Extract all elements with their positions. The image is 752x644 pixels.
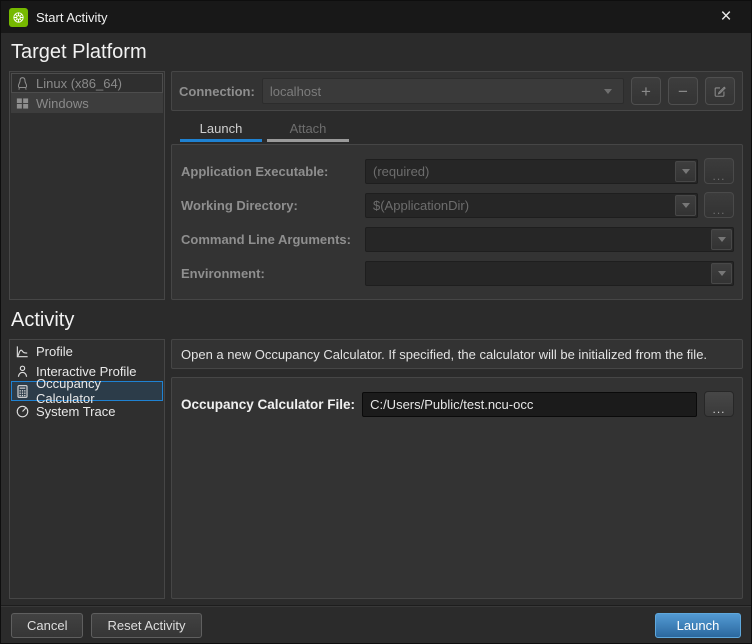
launch-attach-tabs: Launch Attach [180,118,743,142]
person-icon [15,364,30,379]
activity-heading: Activity [11,309,743,332]
activity-description-text: Open a new Occupancy Calculator. If spec… [181,347,707,362]
chevron-down-icon[interactable] [675,161,696,182]
connection-label: Connection: [179,84,255,99]
application-executable-combo[interactable]: (required) [365,159,698,184]
activity-item-label: Occupancy Calculator [36,376,159,406]
chevron-down-icon[interactable] [711,263,732,284]
occupancy-file-label: Occupancy Calculator File: [181,397,355,412]
activity-list: Profile Interactive Profile [9,339,165,599]
reset-activity-button[interactable]: Reset Activity [91,613,201,638]
connection-group: Connection: localhost + − [171,71,743,111]
environment-combo[interactable] [365,261,734,286]
connection-value: localhost [270,84,321,99]
working-directory-label: Working Directory: [181,198,359,213]
environment-row: Environment: [181,260,734,286]
tab-attach[interactable]: Attach [267,118,349,142]
linux-penguin-icon [15,76,30,91]
working-directory-value: $(ApplicationDir) [373,198,469,213]
environment-label: Environment: [181,266,359,281]
calculator-icon [15,384,30,399]
occupancy-calculator-group: Occupancy Calculator File: ... [171,377,743,599]
activity-section: Profile Interactive Profile [9,339,743,599]
launch-fields-group: Application Executable: (required) ... W… [171,144,743,300]
chevron-down-icon[interactable] [711,229,732,250]
chevron-down-icon[interactable] [675,195,696,216]
gauge-clock-icon [15,404,30,419]
windows-logo-icon [15,96,30,111]
platform-item-windows[interactable]: Windows [11,93,163,113]
dialog-content: Target Platform Linux (x86_64) [1,33,751,644]
edit-connection-button[interactable] [705,77,735,105]
occupancy-file-browse-button[interactable]: ... [704,391,734,417]
footer-bar: Cancel Reset Activity Launch [1,605,751,644]
edit-pencil-icon [713,84,727,98]
working-directory-row: Working Directory: $(ApplicationDir) ... [181,192,734,218]
tab-launch[interactable]: Launch [180,118,262,142]
command-line-arguments-label: Command Line Arguments: [181,232,359,247]
activity-description: Open a new Occupancy Calculator. If spec… [171,339,743,369]
activity-item-label: System Trace [36,404,115,419]
nsight-compute-app-icon [9,8,28,27]
occupancy-file-input[interactable] [362,392,697,417]
remove-connection-button[interactable]: − [668,77,698,105]
close-icon[interactable]: × [709,1,743,33]
working-directory-combo[interactable]: $(ApplicationDir) [365,193,698,218]
platform-list: Linux (x86_64) Windows [9,71,165,300]
connection-dropdown[interactable]: localhost [262,78,624,104]
platform-item-label: Linux (x86_64) [36,76,122,91]
target-platform-heading: Target Platform [11,41,743,64]
tab-launch-label: Launch [200,121,243,136]
application-executable-placeholder: (required) [373,164,429,179]
cancel-button[interactable]: Cancel [11,613,83,638]
working-directory-browse-button[interactable]: ... [704,192,734,218]
window-title: Start Activity [36,10,108,25]
application-executable-row: Application Executable: (required) ... [181,158,734,184]
tab-attach-label: Attach [290,121,327,136]
application-executable-browse-button[interactable]: ... [704,158,734,184]
titlebar: Start Activity × [1,1,751,33]
target-platform-panel: Connection: localhost + − [171,71,743,300]
activity-item-label: Profile [36,344,73,359]
platform-item-label: Windows [36,96,89,111]
start-activity-dialog: Start Activity × Target Platform Linux (… [0,0,752,644]
platform-item-linux[interactable]: Linux (x86_64) [11,73,163,93]
tab-attach-underline [267,139,349,142]
launch-button[interactable]: Launch [655,613,741,638]
activity-panel: Open a new Occupancy Calculator. If spec… [171,339,743,599]
add-connection-button[interactable]: + [631,77,661,105]
command-line-arguments-row: Command Line Arguments: [181,226,734,252]
activity-item-occupancy-calculator[interactable]: Occupancy Calculator [11,381,163,401]
application-executable-label: Application Executable: [181,164,359,179]
chevron-down-icon [604,89,612,94]
tab-launch-underline [180,139,262,142]
occupancy-file-row: Occupancy Calculator File: ... [181,391,734,417]
command-line-arguments-combo[interactable] [365,227,734,252]
profile-chart-icon [15,344,30,359]
activity-item-profile[interactable]: Profile [11,341,163,361]
target-platform-section: Linux (x86_64) Windows Connection: [9,71,743,300]
